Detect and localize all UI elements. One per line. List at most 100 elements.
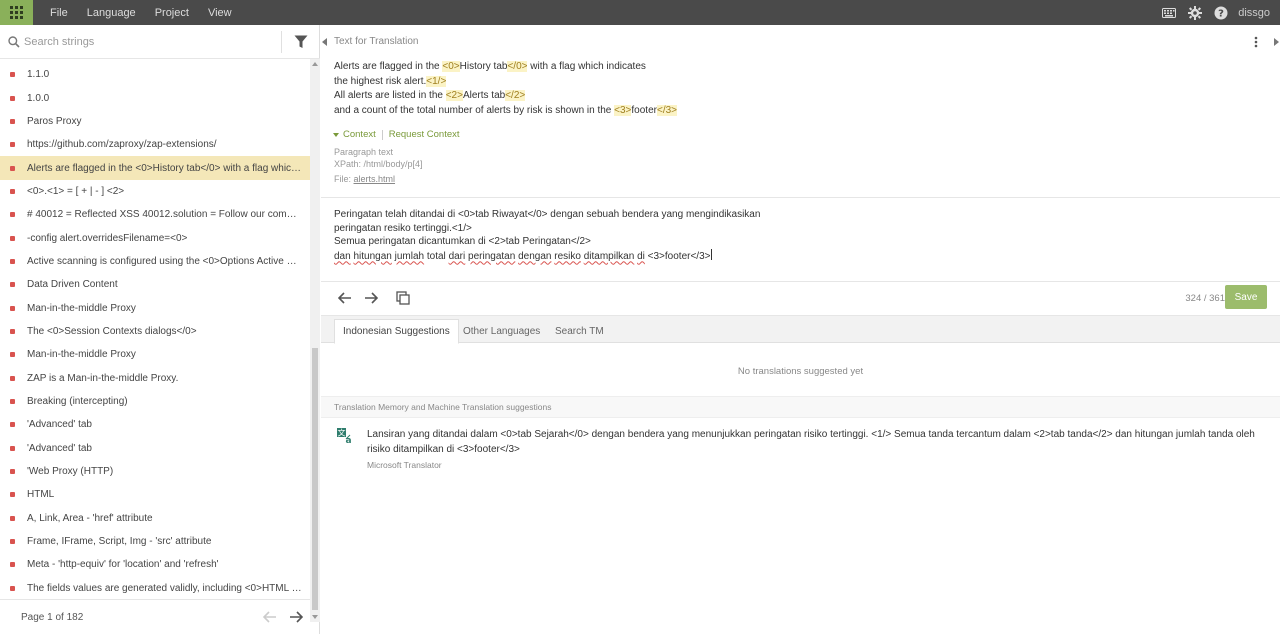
tab-other-languages[interactable]: Other Languages	[455, 319, 548, 344]
scroll-thumb[interactable]	[312, 348, 318, 610]
collapse-right-icon[interactable]	[1272, 35, 1280, 49]
untranslated-status-icon	[10, 562, 15, 568]
list-item[interactable]: A, Link, Area - 'href' attribute	[0, 507, 310, 530]
untranslated-status-icon	[10, 539, 15, 545]
copy-source-button[interactable]	[393, 288, 413, 308]
list-item-label: 1.1.0	[27, 69, 50, 81]
search-bar	[0, 25, 320, 59]
list-item[interactable]: 'Advanced' tab	[0, 413, 310, 436]
list-item[interactable]: Meta - 'http-equiv' for 'location' and '…	[0, 553, 310, 576]
list-item[interactable]: Data Driven Content	[0, 273, 310, 296]
list-item[interactable]: ZAP is a Man-in-the-middle Proxy.	[0, 366, 310, 389]
misspelled-word: dan	[334, 250, 351, 262]
misspelled-word: ditampilkan	[583, 250, 635, 262]
placeholder-tag: <2>	[445, 90, 463, 102]
search-input[interactable]	[24, 33, 274, 51]
svg-text:文: 文	[338, 428, 346, 438]
filter-icon[interactable]	[294, 35, 308, 52]
editor-toolbar: 324 / 361 Save	[321, 283, 1280, 313]
untranslated-status-icon	[10, 282, 15, 288]
list-item[interactable]: 1.1.0	[0, 63, 310, 86]
untranslated-status-icon	[10, 375, 15, 381]
tab-indonesian-suggestions[interactable]: Indonesian Suggestions	[334, 319, 459, 344]
list-item-label: 'Advanced' tab	[27, 419, 92, 431]
arrow-right-icon	[290, 611, 303, 623]
source-segment: footer	[631, 105, 657, 117]
meta-file-label: File:	[334, 174, 354, 184]
list-item[interactable]: 'Advanced' tab	[0, 437, 310, 460]
tab-search-tm[interactable]: Search TM	[547, 319, 612, 344]
scroll-down-icon[interactable]	[312, 615, 318, 619]
source-line: Alerts are flagged in the <0>History tab…	[334, 60, 677, 75]
list-item[interactable]: Alerts are flagged in the <0>History tab…	[0, 156, 310, 180]
list-item[interactable]: Man-in-the-middle Proxy	[0, 343, 310, 366]
untranslated-status-icon	[10, 235, 15, 241]
source-text: Alerts are flagged in the <0>History tab…	[334, 60, 678, 119]
list-item-label: # 40012 = Reflected XSS 40012.solution =…	[27, 209, 302, 221]
empty-suggestions-message: No translations suggested yet	[737, 366, 864, 377]
list-item[interactable]: https://github.com/zaproxy/zap-extension…	[0, 133, 310, 156]
machine-translation-suggestion[interactable]: Lansiran yang ditandai dalam <0>tab Seja…	[367, 428, 1267, 457]
arrow-left-icon	[338, 292, 351, 304]
file-link[interactable]: alerts.html	[354, 174, 396, 184]
next-page-button[interactable]	[284, 605, 308, 629]
arrow-left-icon	[263, 611, 276, 623]
list-item-label: The <0>Session Contexts dialogs</0>	[27, 325, 197, 337]
misspelled-word: dengan	[518, 250, 552, 262]
translation-segment: Semua peringatan dicantumkan di <2>tab P…	[334, 236, 591, 247]
more-options-icon[interactable]	[1254, 36, 1258, 51]
untranslated-status-icon	[10, 515, 15, 521]
save-button[interactable]: Save	[1225, 285, 1267, 309]
untranslated-status-icon	[10, 422, 15, 428]
list-item[interactable]: -config alert.overridesFilename=<0>	[0, 226, 310, 249]
context-toggle[interactable]: Context	[343, 129, 376, 140]
list-item[interactable]: The fields values are generated validly,…	[0, 577, 310, 600]
menu-view[interactable]: View	[191, 7, 232, 19]
list-item[interactable]: <0>.<1> = [ + | - ] <2>	[0, 180, 310, 203]
list-item[interactable]: 1.0.0	[0, 86, 310, 109]
list-item[interactable]: The <0>Session Contexts dialogs</0>	[0, 320, 310, 343]
arrow-right-icon	[365, 292, 378, 304]
translation-segment: Peringatan telah ditandai di <0>tab Riwa…	[334, 209, 761, 220]
list-item[interactable]: Man-in-the-middle Proxy	[0, 296, 310, 319]
text-cursor	[710, 248, 712, 260]
top-bar: File Language Project View ? dissgo	[0, 0, 1280, 25]
svg-text:?: ?	[1218, 8, 1224, 19]
untranslated-status-icon	[10, 305, 15, 311]
list-item[interactable]: Frame, IFrame, Script, Img - 'src' attri…	[0, 530, 310, 553]
username[interactable]: dissgo	[1234, 7, 1280, 19]
translator-icon: 文a	[337, 428, 353, 447]
machine-translation-source: Microsoft Translator	[367, 460, 442, 470]
untranslated-status-icon	[10, 258, 15, 264]
list-item[interactable]: Paros Proxy	[0, 110, 310, 133]
previous-string-button[interactable]	[335, 288, 355, 308]
keyboard-icon[interactable]	[1156, 0, 1182, 25]
placeholder-tag: </3>	[656, 105, 678, 117]
list-item-label: ZAP is a Man-in-the-middle Proxy.	[27, 372, 179, 384]
list-item[interactable]: Active scanning is configured using the …	[0, 250, 310, 273]
list-scrollbar[interactable]	[310, 59, 320, 622]
untranslated-status-icon	[10, 445, 15, 451]
tm-header-label: Translation Memory and Machine Translati…	[334, 402, 552, 412]
gear-icon[interactable]	[1182, 0, 1208, 25]
menu-language[interactable]: Language	[70, 7, 136, 19]
list-item[interactable]: Breaking (intercepting)	[0, 390, 310, 413]
char-counter: 324 / 361	[1185, 293, 1225, 304]
list-item[interactable]: # 40012 = Reflected XSS 40012.solution =…	[0, 203, 310, 226]
request-context-link[interactable]: Request Context	[389, 129, 460, 140]
prev-page-button[interactable]	[258, 605, 282, 629]
translation-editor[interactable]: Peringatan telah ditandai di <0>tab Riwa…	[334, 208, 1234, 263]
help-icon[interactable]: ?	[1208, 0, 1234, 25]
untranslated-status-icon	[10, 398, 15, 404]
next-string-button[interactable]	[361, 288, 381, 308]
collapse-left-icon[interactable]	[321, 35, 329, 49]
list-item[interactable]: 'Web Proxy (HTTP)	[0, 460, 310, 483]
apps-button[interactable]	[0, 0, 33, 25]
untranslated-status-icon	[10, 469, 15, 475]
list-item[interactable]: HTML	[0, 483, 310, 506]
menu-project[interactable]: Project	[138, 7, 189, 19]
misspelled-word: jumlah	[394, 250, 425, 262]
menu-file[interactable]: File	[33, 7, 68, 19]
list-item-label: Breaking (intercepting)	[27, 395, 128, 407]
scroll-up-icon[interactable]	[312, 62, 318, 66]
